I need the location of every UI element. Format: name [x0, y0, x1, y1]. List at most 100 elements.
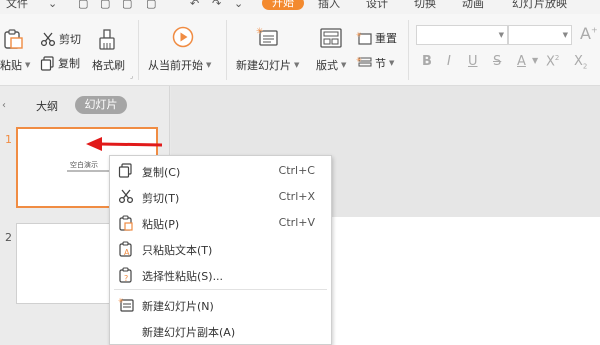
slide-number: 1 [5, 133, 12, 146]
menu-bar: 文件 ⌄ ▢ ▢ ▢ ▢ ↶ ↷ ⌄ 开始 插入 设计 切换 动画 幻灯片放映 [0, 0, 600, 14]
context-menu: 复制(C) Ctrl+C 剪切(T) Ctrl+X 粘贴(P) Ctrl+V A… [109, 155, 332, 345]
reset-button[interactable]: ✳ 重置 [356, 30, 397, 46]
save-icon[interactable]: ▢ [78, 0, 88, 10]
svg-text:✳: ✳ [356, 31, 362, 39]
menu-separator [114, 289, 327, 290]
dropdown-caret-icon: ▼ [206, 61, 212, 69]
font-size-select[interactable]: ▼ [508, 25, 572, 45]
menu-item-shortcut: Ctrl+V [278, 216, 315, 229]
dropdown-caret-icon: ▼ [389, 59, 395, 67]
cut-button[interactable]: 剪切 [40, 31, 81, 47]
play-icon-wrap[interactable] [172, 26, 194, 48]
tab-transitions[interactable]: 切换 [414, 0, 436, 11]
dropdown-caret-icon[interactable]: ▼ [532, 56, 538, 65]
section-button[interactable]: ✳ 节 ▼ [356, 55, 394, 71]
menu-item-label: 只粘贴文本(T) [142, 244, 213, 257]
copy-label: 复制 [58, 57, 80, 70]
tab-home[interactable]: 开始 [262, 0, 304, 10]
menu-item-paste-special[interactable]: ? 选择性粘贴(S)... [110, 262, 331, 288]
subscript-icon[interactable]: X2 [574, 54, 587, 71]
italic-icon[interactable]: I [447, 54, 451, 69]
paste-button[interactable] [2, 28, 24, 50]
format-painter-label: 格式刷 [92, 59, 125, 72]
print-icon[interactable]: ▢ [122, 0, 132, 10]
font-color-icon[interactable]: A [517, 54, 526, 69]
play-icon [172, 26, 194, 48]
copy-button[interactable]: 复制 [40, 55, 80, 71]
menu-item-copy[interactable]: 复制(C) Ctrl+C [110, 158, 331, 184]
export-icon[interactable]: ▢ [100, 0, 110, 10]
ribbon-separator [138, 20, 139, 80]
redo-icon[interactable]: ↷ [212, 0, 221, 10]
dropdown-caret-icon: ▼ [562, 31, 568, 39]
dropdown-chevron-icon[interactable]: ⌄ [48, 0, 57, 10]
menu-item-duplicate-slide[interactable]: 新建幻灯片副本(A) [110, 318, 331, 344]
cut-label: 剪切 [59, 33, 81, 46]
menu-item-new-slide[interactable]: ✳ 新建幻灯片(N) [110, 292, 331, 318]
tab-animations[interactable]: 动画 [462, 0, 484, 11]
tab-outline[interactable]: 大纲 [36, 98, 58, 114]
undo-icon[interactable]: ↶ [190, 0, 199, 10]
play-from-current-label: 从当前开始 [148, 59, 203, 72]
tab-slideshow[interactable]: 幻灯片放映 [512, 0, 567, 11]
paste-icon [4, 29, 23, 49]
menu-item-shortcut: Ctrl+C [278, 164, 315, 177]
tab-slides[interactable]: 幻灯片 [75, 96, 127, 114]
section-icon: ✳ [356, 56, 372, 67]
svg-text:✳: ✳ [356, 56, 362, 64]
dropdown-caret-icon: ▼ [25, 61, 31, 69]
paste-special-icon: ? [119, 267, 132, 283]
reset-icon: ✳ [356, 31, 372, 45]
new-slide-label: 新建幻灯片 [236, 59, 291, 72]
layout-icon [320, 28, 342, 48]
bold-icon[interactable]: B [422, 54, 432, 69]
format-painter-icon [99, 29, 115, 50]
play-from-current-button[interactable]: 从当前开始 ▼ [148, 57, 211, 73]
copy-icon [40, 55, 54, 71]
preview-icon[interactable]: ▢ [146, 0, 156, 10]
new-slide-button[interactable]: 新建幻灯片 ▼ [236, 57, 299, 73]
menu-item-label: 粘贴(P) [142, 218, 180, 231]
ribbon-separator [408, 20, 409, 80]
dropdown-chevron-icon[interactable]: ⌄ [234, 0, 243, 10]
menu-item-label: 剪切(T) [142, 192, 180, 205]
ribbon-toolbar: 粘贴 ▼ 剪切 复制 格式刷 ⌟ 从当前开始 ▼ ✳ 新建幻灯片 ▼ 版式 ▼ ✳ 重置 [0, 14, 600, 86]
svg-text:✳: ✳ [118, 297, 124, 305]
tab-design[interactable]: 设计 [366, 0, 388, 11]
collapse-chevron-icon[interactable]: ‹ [2, 100, 6, 111]
svg-text:?: ? [124, 274, 128, 283]
scissors-icon [118, 189, 134, 203]
paste-icon [119, 215, 133, 231]
dropdown-caret-icon: ▼ [294, 61, 300, 69]
annotation-arrow [86, 137, 163, 151]
menu-item-cut[interactable]: 剪切(T) Ctrl+X [110, 184, 331, 210]
paste-menu-button[interactable]: 粘贴 ▼ [0, 57, 30, 73]
menu-item-paste-text-only[interactable]: A 只粘贴文本(T) [110, 236, 331, 262]
superscript-icon[interactable]: X2 [546, 54, 559, 69]
layout-button[interactable]: 版式 ▼ [316, 57, 346, 73]
svg-text:A: A [124, 248, 130, 257]
layout-icon-wrap[interactable] [320, 28, 342, 48]
menu-item-paste[interactable]: 粘贴(P) Ctrl+V [110, 210, 331, 236]
underline-icon[interactable]: U [468, 54, 478, 69]
svg-text:✳: ✳ [256, 27, 264, 37]
tab-insert[interactable]: 插入 [318, 0, 340, 11]
menu-item-label: 复制(C) [142, 166, 181, 179]
strikethrough-icon[interactable]: S [493, 54, 501, 69]
format-painter-icon-wrap[interactable] [96, 28, 118, 52]
scissors-icon [40, 32, 56, 46]
format-painter-button[interactable]: 格式刷 [92, 57, 125, 73]
font-name-select[interactable]: ▼ [416, 25, 508, 45]
new-slide-icon: ✳ [118, 297, 134, 312]
dialog-launcher-icon[interactable]: ⌟ [130, 72, 133, 80]
layout-label: 版式 [316, 59, 338, 72]
new-slide-icon-wrap[interactable]: ✳ [256, 26, 280, 48]
menu-item-label: 新建幻灯片副本(A) [142, 326, 236, 339]
menu-item-shortcut: Ctrl+X [278, 190, 315, 203]
file-menu[interactable]: 文件 [6, 0, 28, 11]
paste-label: 粘贴 [0, 59, 22, 72]
menu-item-label: 选择性粘贴(S)... [142, 270, 224, 283]
menu-item-label: 新建幻灯片(N) [142, 300, 214, 313]
ribbon-separator [226, 20, 227, 80]
increase-font-icon[interactable]: A+ [580, 24, 598, 43]
